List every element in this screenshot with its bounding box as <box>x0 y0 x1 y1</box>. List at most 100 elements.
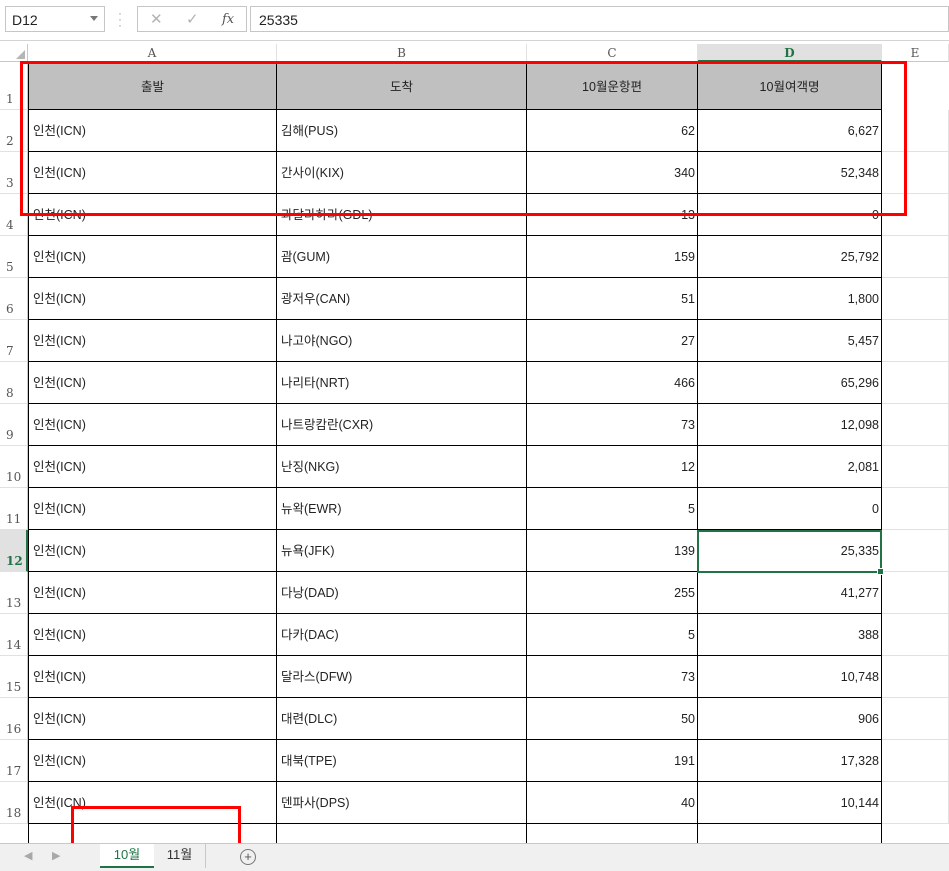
row-header[interactable]: 11 <box>0 488 28 530</box>
table-cell[interactable]: 159 <box>527 236 698 278</box>
table-cell[interactable]: 뉴왁(EWR) <box>277 488 527 530</box>
table-cell[interactable]: 10,748 <box>698 656 882 698</box>
table-cell[interactable]: 12 <box>527 446 698 488</box>
table-cell[interactable]: 인천(ICN) <box>28 362 277 404</box>
formula-input[interactable]: 25335 <box>250 6 949 32</box>
empty-cell[interactable] <box>882 236 949 278</box>
row-header[interactable]: 15 <box>0 656 28 698</box>
table-cell[interactable]: 인천(ICN) <box>28 320 277 362</box>
table-cell[interactable]: 인천(ICN) <box>28 656 277 698</box>
table-cell[interactable]: 25,792 <box>698 236 882 278</box>
cancel-icon[interactable]: ✕ <box>150 10 163 28</box>
row-header[interactable]: 6 <box>0 278 28 320</box>
table-cell[interactable]: 466 <box>527 362 698 404</box>
row-header[interactable]: 12 <box>0 530 28 572</box>
table-cell[interactable]: 덴파사(DPS) <box>277 782 527 824</box>
table-cell[interactable]: 73 <box>527 404 698 446</box>
table-cell[interactable]: 괌(GUM) <box>277 236 527 278</box>
table-cell[interactable]: 139 <box>527 530 698 572</box>
table-cell[interactable]: 906 <box>698 698 882 740</box>
table-cell[interactable]: 191 <box>527 740 698 782</box>
function-icon[interactable]: fx <box>222 12 234 27</box>
drag-handle-icon[interactable]: · · · <box>118 7 122 31</box>
row-header[interactable]: 14 <box>0 614 28 656</box>
empty-cell[interactable] <box>882 362 949 404</box>
empty-cell[interactable] <box>882 488 949 530</box>
table-cell[interactable]: 5,457 <box>698 320 882 362</box>
sheet-tab-october[interactable]: 10월 <box>100 844 154 868</box>
select-all-corner[interactable] <box>0 44 28 62</box>
row-header[interactable]: 9 <box>0 404 28 446</box>
table-cell[interactable]: 17,328 <box>698 740 882 782</box>
chevron-down-icon[interactable] <box>90 16 98 21</box>
table-cell[interactable]: 65,296 <box>698 362 882 404</box>
table-cell[interactable]: 인천(ICN) <box>28 698 277 740</box>
table-cell[interactable]: 광저우(CAN) <box>277 278 527 320</box>
table-cell[interactable]: 27 <box>527 320 698 362</box>
active-cell-selection[interactable] <box>697 530 884 575</box>
empty-cell[interactable] <box>882 278 949 320</box>
nav-left-icon[interactable]: ◀ <box>24 849 32 862</box>
table-cell[interactable]: 인천(ICN) <box>28 740 277 782</box>
table-cell[interactable]: 인천(ICN) <box>28 572 277 614</box>
table-cell[interactable]: 뉴욕(JFK) <box>277 530 527 572</box>
table-cell[interactable]: 대련(DLC) <box>277 698 527 740</box>
empty-cell[interactable] <box>882 698 949 740</box>
table-cell[interactable]: 다낭(DAD) <box>277 572 527 614</box>
table-cell[interactable]: 달라스(DFW) <box>277 656 527 698</box>
empty-cell[interactable] <box>882 320 949 362</box>
table-cell[interactable]: 255 <box>527 572 698 614</box>
row-header[interactable]: 7 <box>0 320 28 362</box>
table-cell[interactable]: 인천(ICN) <box>28 278 277 320</box>
column-header-c[interactable]: C <box>527 44 698 62</box>
column-header-b[interactable]: B <box>277 44 527 62</box>
row-header[interactable]: 17 <box>0 740 28 782</box>
table-cell[interactable]: 5 <box>527 614 698 656</box>
table-cell[interactable]: 인천(ICN) <box>28 488 277 530</box>
column-header-e[interactable]: E <box>882 44 949 62</box>
empty-cell[interactable] <box>882 446 949 488</box>
table-cell[interactable]: 5 <box>527 488 698 530</box>
row-header[interactable]: 5 <box>0 236 28 278</box>
empty-cell[interactable] <box>882 614 949 656</box>
table-cell[interactable]: 51 <box>527 278 698 320</box>
row-header[interactable]: 18 <box>0 782 28 824</box>
table-cell[interactable]: 나트랑캄란(CXR) <box>277 404 527 446</box>
table-cell[interactable]: 인천(ICN) <box>28 446 277 488</box>
table-cell[interactable]: 41,277 <box>698 572 882 614</box>
table-cell[interactable]: 50 <box>527 698 698 740</box>
name-box[interactable]: D12 <box>5 6 105 32</box>
table-cell[interactable]: 10,144 <box>698 782 882 824</box>
add-sheet-icon[interactable]: + <box>240 849 256 865</box>
table-cell[interactable]: 12,098 <box>698 404 882 446</box>
table-cell[interactable]: 다카(DAC) <box>277 614 527 656</box>
table-cell[interactable]: 0 <box>698 488 882 530</box>
table-cell[interactable]: 388 <box>698 614 882 656</box>
table-cell[interactable]: 1,800 <box>698 278 882 320</box>
table-cell[interactable]: 40 <box>527 782 698 824</box>
table-cell[interactable]: 대북(TPE) <box>277 740 527 782</box>
table-cell[interactable]: 나리타(NRT) <box>277 362 527 404</box>
row-header[interactable]: 16 <box>0 698 28 740</box>
empty-cell[interactable] <box>882 572 949 614</box>
table-cell[interactable]: 난징(NKG) <box>277 446 527 488</box>
table-cell[interactable]: 2,081 <box>698 446 882 488</box>
empty-cell[interactable] <box>882 782 949 824</box>
empty-cell[interactable] <box>882 530 949 572</box>
empty-cell[interactable] <box>882 656 949 698</box>
enter-icon[interactable]: ✓ <box>186 10 199 28</box>
nav-right-icon[interactable]: ▶ <box>52 849 60 862</box>
table-cell[interactable]: 인천(ICN) <box>28 404 277 446</box>
column-header-a[interactable]: A <box>28 44 277 62</box>
row-header[interactable]: 10 <box>0 446 28 488</box>
table-cell[interactable]: 인천(ICN) <box>28 614 277 656</box>
table-cell[interactable]: 인천(ICN) <box>28 530 277 572</box>
row-header[interactable]: 8 <box>0 362 28 404</box>
empty-cell[interactable] <box>882 404 949 446</box>
row-header[interactable]: 13 <box>0 572 28 614</box>
table-cell[interactable]: 인천(ICN) <box>28 236 277 278</box>
table-cell[interactable]: 73 <box>527 656 698 698</box>
sheet-tab-november[interactable]: 11월 <box>154 844 206 868</box>
empty-cell[interactable] <box>882 740 949 782</box>
table-cell[interactable]: 나고야(NGO) <box>277 320 527 362</box>
